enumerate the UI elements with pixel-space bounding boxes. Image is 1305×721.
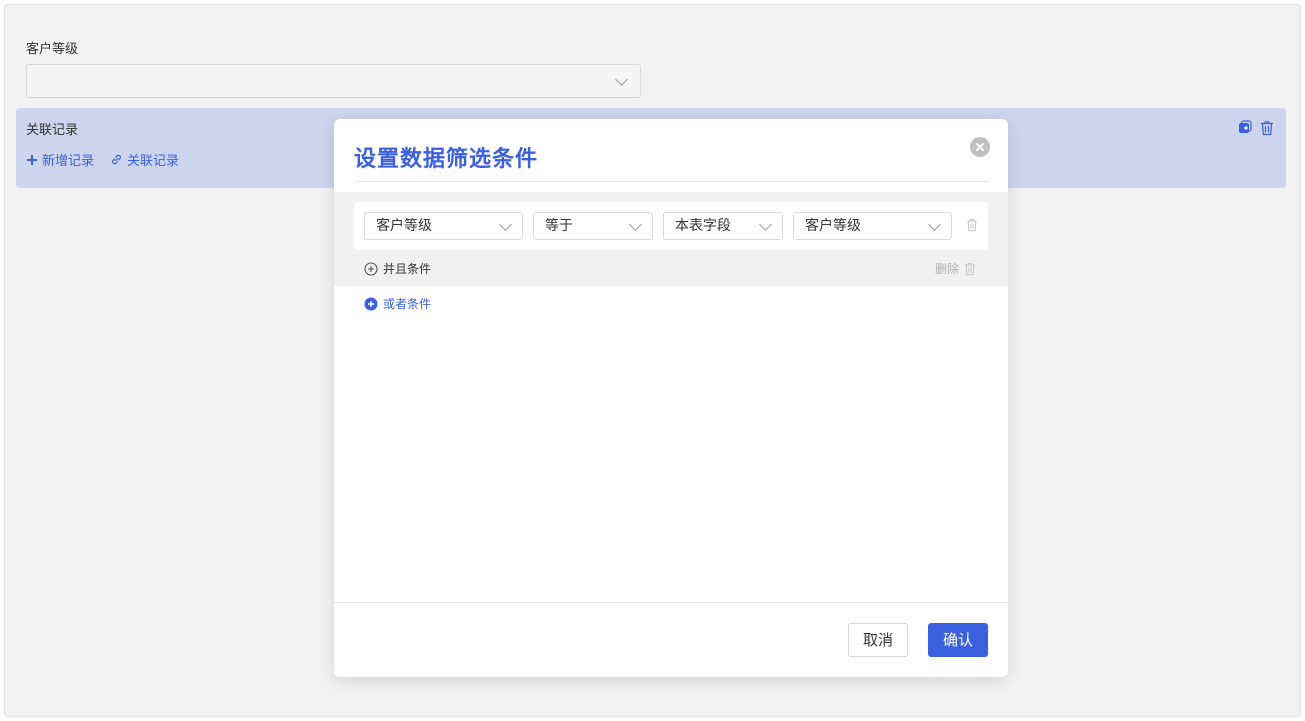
plus-circle-icon: [364, 297, 378, 310]
chevron-down-icon: [759, 218, 772, 231]
trash-icon[interactable]: [1260, 120, 1274, 136]
filter-conditions-dialog: 设置数据筛选条件 客户等级 等于 本表字段 客户等级 并且条件 删除 或者条件 …: [334, 119, 1008, 677]
condition-field-select[interactable]: 客户等级: [364, 212, 523, 240]
add-record-button[interactable]: 新增记录: [26, 150, 94, 169]
condition-group: 客户等级 等于 本表字段 客户等级 并且条件 删除: [334, 192, 1008, 286]
condition-value-select[interactable]: 客户等级: [793, 212, 952, 240]
title-divider: [354, 181, 988, 182]
chevron-down-icon: [928, 218, 941, 231]
chevron-down-icon: [499, 218, 512, 231]
confirm-button[interactable]: 确认: [928, 623, 988, 657]
condition-operator-value: 等于: [545, 218, 573, 234]
condition-value-value: 客户等级: [805, 218, 861, 234]
trash-icon: [965, 262, 975, 275]
close-icon[interactable]: [970, 137, 990, 157]
cancel-button[interactable]: 取消: [848, 623, 908, 657]
link-icon: [112, 154, 121, 165]
link-record-button[interactable]: 关联记录: [110, 150, 179, 169]
link-record-label: 关联记录: [127, 154, 180, 169]
add-or-condition-button[interactable]: 或者条件: [364, 295, 431, 312]
copy-icon[interactable]: [1238, 120, 1252, 136]
condition-value-type-value: 本表字段: [675, 218, 731, 234]
dialog-title: 设置数据筛选条件: [354, 147, 539, 172]
chevron-down-icon: [629, 218, 642, 231]
add-and-condition-button[interactable]: 并且条件: [364, 260, 431, 277]
related-records-title: 关联记录: [26, 123, 79, 138]
delete-group-button[interactable]: 删除: [935, 260, 976, 277]
plus-circle-icon: [364, 261, 378, 276]
chevron-down-icon: [615, 73, 628, 86]
trash-icon[interactable]: [966, 218, 978, 232]
plus-icon: [27, 154, 37, 165]
or-condition-label: 或者条件: [383, 297, 432, 311]
footer-divider: [334, 602, 1008, 603]
related-toolbar: [1238, 120, 1274, 136]
and-condition-label: 并且条件: [383, 262, 432, 276]
condition-operator-select[interactable]: 等于: [533, 212, 653, 240]
condition-row: 客户等级 等于 本表字段 客户等级: [354, 202, 988, 250]
condition-field-value: 客户等级: [376, 218, 432, 234]
condition-value-type-select[interactable]: 本表字段: [663, 212, 783, 240]
delete-group-label: 删除: [934, 262, 959, 276]
customer-level-label: 客户等级: [26, 42, 79, 57]
add-record-label: 新增记录: [42, 154, 95, 169]
customer-level-select[interactable]: [26, 64, 641, 98]
